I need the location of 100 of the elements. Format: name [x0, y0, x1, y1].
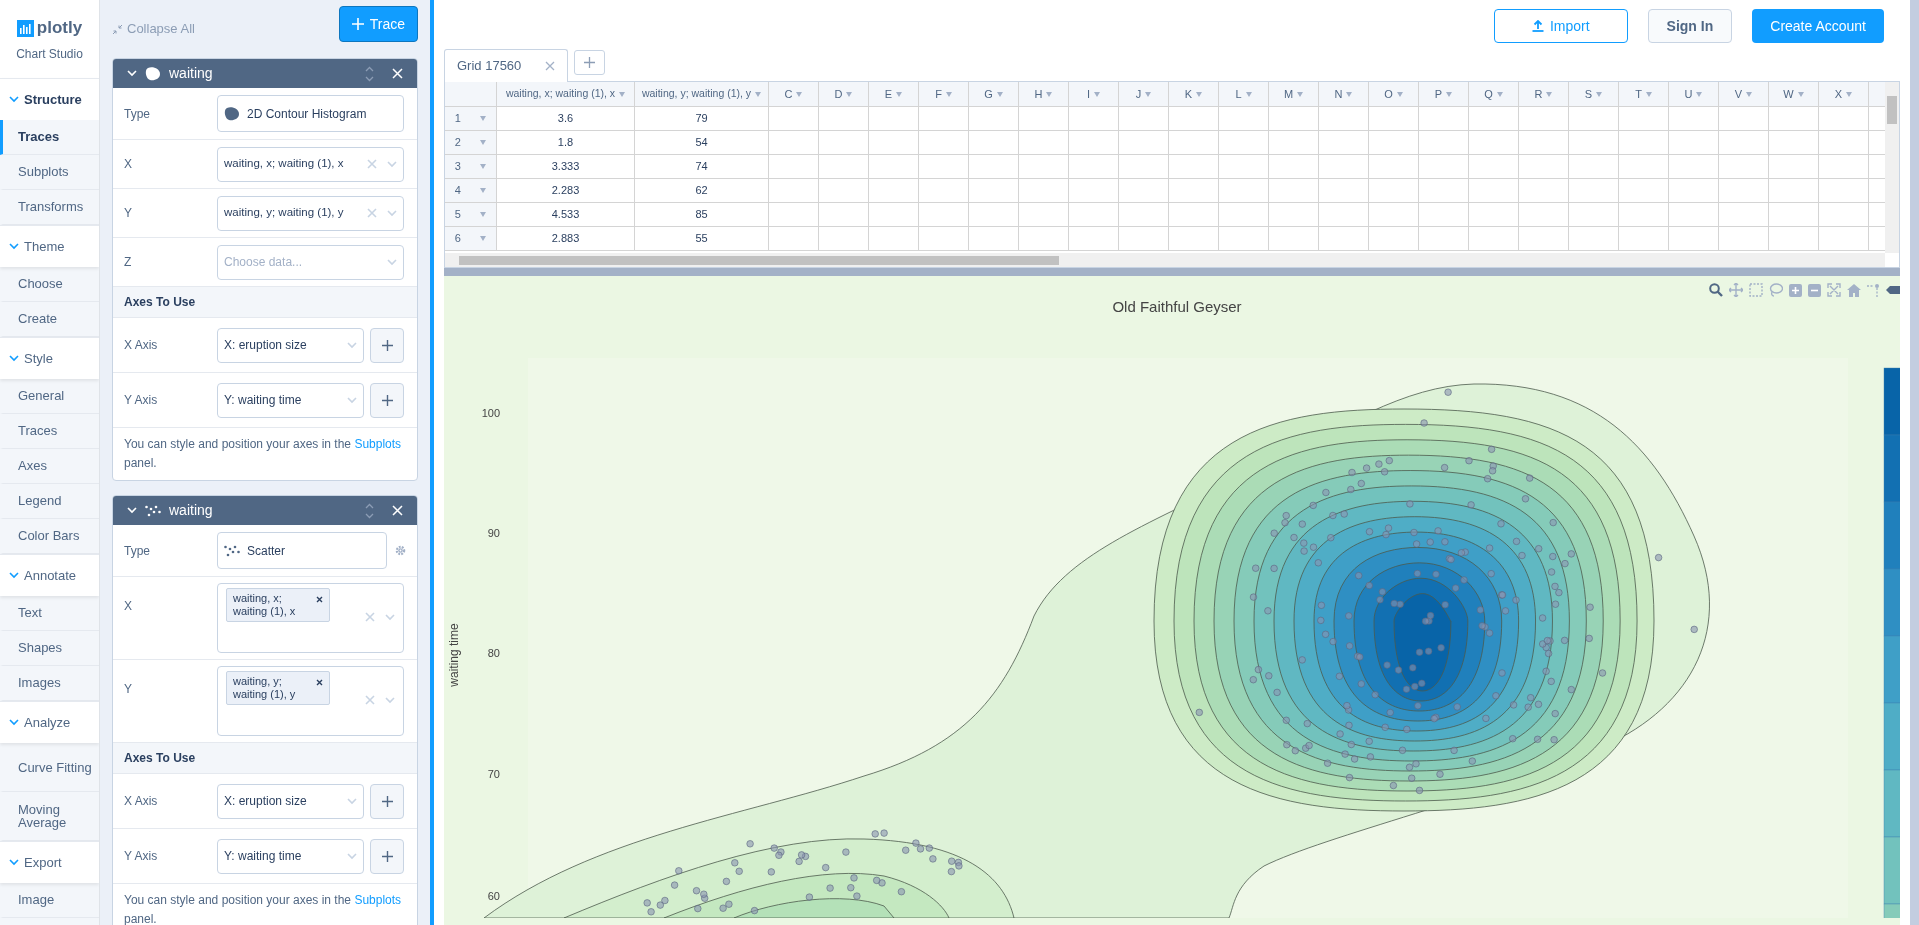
row-header[interactable]: 1 — [445, 107, 497, 130]
nav-item[interactable]: Curve Fitting — [0, 743, 99, 792]
column-header[interactable]: H — [1019, 82, 1069, 106]
nav-section-header[interactable]: Analyze — [0, 701, 99, 743]
vertical-scrollbar[interactable] — [1885, 82, 1899, 253]
dropdown-triangle-icon[interactable] — [1846, 91, 1853, 97]
column-header[interactable]: P — [1419, 82, 1469, 106]
dropdown-triangle-icon[interactable] — [619, 91, 626, 97]
column-header[interactable]: W — [1769, 82, 1819, 106]
column-header[interactable]: waiting, y; waiting (1), y — [635, 82, 769, 106]
dropdown-triangle-icon[interactable] — [1496, 91, 1503, 97]
import-button[interactable]: Import — [1493, 9, 1628, 43]
dropdown-triangle-icon[interactable] — [1446, 91, 1453, 97]
grid-tab[interactable]: Grid 17560 — [444, 49, 569, 82]
column-header[interactable]: F — [919, 82, 969, 106]
nav-section-header[interactable]: Style — [0, 337, 99, 379]
dropdown-triangle-icon[interactable] — [1546, 91, 1553, 97]
add-axis-button[interactable] — [370, 327, 404, 363]
nav-section-header[interactable]: Export — [0, 841, 99, 883]
dropdown-triangle-icon[interactable] — [480, 188, 487, 193]
data-select[interactable]: waiting, y; waiting (1), y — [217, 195, 404, 231]
column-header[interactable]: X — [1819, 82, 1869, 106]
column-header[interactable]: waiting, x; waiting (1), x — [497, 82, 635, 106]
dropdown-triangle-icon[interactable] — [1797, 91, 1804, 97]
pan-icon[interactable] — [1729, 283, 1743, 297]
dropdown-triangle-icon[interactable] — [1346, 91, 1353, 97]
axis-select[interactable]: Y: waiting time — [217, 382, 364, 418]
spike-lines-icon[interactable] — [1867, 283, 1880, 297]
lasso-icon[interactable] — [1769, 283, 1783, 297]
zoom-icon[interactable] — [1709, 283, 1723, 297]
trace-type-select[interactable]: Scatter — [217, 532, 387, 569]
zoom-in-icon[interactable] — [1789, 283, 1802, 297]
column-header[interactable]: Q — [1469, 82, 1519, 106]
column-header[interactable]: K — [1169, 82, 1219, 106]
remove-tag-icon[interactable] — [316, 596, 323, 603]
dropdown-triangle-icon[interactable] — [1696, 91, 1703, 97]
hover-label-icon[interactable] — [1886, 285, 1900, 295]
trace-header[interactable]: waiting — [113, 496, 417, 525]
nav-section-header[interactable]: Annotate — [0, 554, 99, 596]
axis-select[interactable]: Y: waiting time — [217, 838, 364, 874]
nav-item[interactable]: Traces — [0, 414, 99, 449]
column-header[interactable]: T — [1619, 82, 1669, 106]
dropdown-triangle-icon[interactable] — [480, 236, 487, 241]
dropdown-triangle-icon[interactable] — [480, 164, 487, 169]
chevron-icon[interactable] — [127, 70, 137, 77]
column-header[interactable]: M — [1269, 82, 1319, 106]
dropdown-triangle-icon[interactable] — [1297, 91, 1304, 97]
subplots-link[interactable]: Subplots — [354, 437, 402, 451]
clear-icon[interactable] — [365, 695, 375, 705]
dropdown-triangle-icon[interactable] — [1245, 91, 1252, 97]
column-header[interactable]: V — [1719, 82, 1769, 106]
add-axis-button[interactable] — [370, 783, 404, 819]
row-header[interactable]: 3 — [445, 155, 497, 178]
dropdown-chevron-icon[interactable] — [385, 613, 395, 621]
dropdown-triangle-icon[interactable] — [896, 91, 903, 97]
column-header[interactable]: D — [819, 82, 869, 106]
dropdown-triangle-icon[interactable] — [846, 91, 853, 97]
nav-item[interactable]: Image — [0, 883, 99, 918]
nav-item[interactable]: Axes — [0, 449, 99, 484]
autoscale-icon[interactable] — [1827, 283, 1841, 297]
nav-section-header[interactable]: Structure — [0, 78, 99, 120]
axis-select[interactable]: X: eruption size — [217, 327, 364, 363]
row-header[interactable]: 2 — [445, 131, 497, 154]
trace-type-select[interactable]: 2D Contour Histogram — [217, 95, 404, 132]
dropdown-triangle-icon[interactable] — [1094, 91, 1101, 97]
nav-item[interactable]: Text — [0, 596, 99, 631]
column-header[interactable]: I — [1069, 82, 1119, 106]
subplots-link[interactable]: Subplots — [354, 893, 402, 907]
dropdown-triangle-icon[interactable] — [1746, 91, 1753, 97]
clear-icon[interactable] — [365, 612, 375, 622]
horizontal-scrollbar[interactable] — [445, 253, 1885, 267]
dropdown-chevron-icon[interactable] — [387, 160, 397, 168]
axis-select[interactable]: X: eruption size — [217, 783, 364, 819]
box-select-icon[interactable] — [1749, 283, 1763, 297]
dropdown-triangle-icon[interactable] — [945, 91, 952, 97]
clear-icon[interactable] — [367, 159, 377, 169]
dropdown-triangle-icon[interactable] — [996, 91, 1003, 97]
dropdown-chevron-icon[interactable] — [387, 258, 397, 266]
nav-item[interactable]: General — [0, 379, 99, 414]
dropdown-triangle-icon[interactable] — [480, 116, 487, 121]
column-header[interactable]: S — [1569, 82, 1619, 106]
dropdown-triangle-icon[interactable] — [755, 91, 762, 97]
nav-item[interactable]: Traces — [0, 120, 99, 155]
column-header[interactable]: L — [1219, 82, 1269, 106]
dropdown-triangle-icon[interactable] — [1196, 91, 1203, 97]
dropdown-triangle-icon[interactable] — [1046, 91, 1053, 97]
dropdown-triangle-icon[interactable] — [480, 140, 487, 145]
chevron-icon[interactable] — [127, 507, 137, 514]
nav-item[interactable]: Subplots — [0, 155, 99, 190]
column-header[interactable]: G — [969, 82, 1019, 106]
remove-tag-icon[interactable] — [316, 679, 323, 686]
dropdown-triangle-icon[interactable] — [480, 212, 487, 217]
dropdown-triangle-icon[interactable] — [1396, 91, 1403, 97]
dropdown-triangle-icon[interactable] — [796, 91, 803, 97]
column-header[interactable]: N — [1319, 82, 1369, 106]
column-header[interactable]: U — [1669, 82, 1719, 106]
trace-header[interactable]: waiting — [113, 59, 417, 88]
gear-icon[interactable] — [395, 545, 406, 556]
nav-item[interactable]: Shapes — [0, 631, 99, 666]
splitter-bar[interactable] — [444, 268, 1900, 276]
